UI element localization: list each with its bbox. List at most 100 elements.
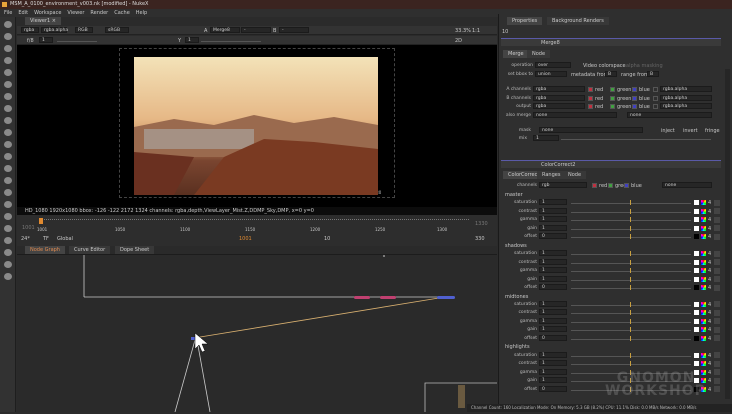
properties-scrollbar[interactable] [725, 69, 730, 399]
display-channel-select[interactable]: RGB [75, 27, 93, 33]
colorspace-select[interactable]: sRGB [105, 27, 129, 33]
curve-icon[interactable] [714, 377, 720, 384]
channel-count[interactable]: 4 [708, 234, 711, 240]
channels-select[interactable]: rgb [539, 182, 587, 188]
alpha-checkbox[interactable] [653, 95, 658, 101]
curve-icon[interactable] [714, 301, 720, 308]
fstop-value[interactable]: f/8 [27, 38, 34, 44]
contrast-slider[interactable] [571, 211, 691, 213]
color-swatch[interactable] [694, 251, 699, 257]
contrast-input[interactable]: 1 [539, 309, 567, 316]
toolbar-node-icon[interactable] [4, 57, 12, 64]
inject-checkbox[interactable]: inject [661, 128, 675, 134]
color-swatch[interactable] [694, 200, 699, 206]
saturation-slider[interactable] [571, 355, 691, 357]
curve-icon[interactable] [714, 386, 720, 393]
channels-select[interactable]: rgba [533, 94, 585, 101]
curve-icon[interactable] [714, 276, 720, 283]
toolbar-node-icon[interactable] [4, 93, 12, 100]
channels-select[interactable]: rgba [533, 103, 585, 109]
bbox-select[interactable]: union [535, 71, 567, 77]
scope-select[interactable]: Global [57, 236, 73, 242]
color-wheel-icon[interactable] [701, 200, 706, 206]
range-select[interactable]: B [647, 71, 659, 77]
curve-icon[interactable] [714, 233, 720, 240]
contrast-slider[interactable] [571, 364, 691, 366]
channels-select[interactable]: rgba [533, 86, 585, 92]
color-wheel-icon[interactable] [701, 217, 706, 223]
toolbar-node-icon[interactable] [4, 177, 12, 184]
layer-select[interactable]: rgba [21, 27, 39, 33]
gain-input[interactable]: 1 [539, 326, 567, 333]
channel-count[interactable]: 4 [708, 200, 711, 206]
metadata-select[interactable]: B [605, 71, 617, 77]
channel-checkbox[interactable] [624, 183, 629, 188]
toolbar-node-icon[interactable] [4, 153, 12, 160]
contrast-input[interactable]: 1 [539, 258, 567, 265]
tab-background-renders[interactable]: Background Renders [547, 17, 609, 25]
tab-viewer1[interactable]: Viewer1 × [25, 17, 61, 25]
channel-checkbox[interactable] [632, 87, 637, 92]
menu-cache[interactable]: Cache [114, 10, 130, 16]
color-wheel-icon[interactable] [701, 310, 706, 316]
channel-checkbox[interactable] [632, 95, 637, 101]
gain-slider[interactable] [571, 228, 691, 230]
channel-checkbox[interactable] [632, 104, 637, 109]
menu-help[interactable]: Help [136, 10, 147, 16]
toolbar-node-icon[interactable] [4, 213, 12, 220]
saturation-input[interactable]: 1 [539, 300, 567, 307]
toolbar-node-icon[interactable] [4, 69, 12, 76]
gamma-slider[interactable] [201, 41, 261, 42]
max-panels-input[interactable]: 10 [502, 29, 508, 35]
zoom-level[interactable]: 33.3% [455, 28, 471, 34]
curve-icon[interactable] [714, 318, 720, 325]
color-swatch[interactable] [694, 208, 699, 214]
color-wheel-icon[interactable] [701, 285, 706, 291]
menu-file[interactable]: File [4, 10, 12, 16]
slider-handle[interactable] [630, 217, 631, 223]
tf-select[interactable]: TF [43, 236, 49, 242]
slider-handle[interactable] [630, 251, 631, 257]
color-wheel-icon[interactable] [701, 208, 706, 214]
saturation-slider[interactable] [571, 304, 691, 306]
toolbar-node-icon[interactable] [4, 21, 12, 28]
color-swatch[interactable] [694, 268, 699, 274]
gain-input[interactable]: 1 [39, 37, 53, 43]
toolbar-node-icon[interactable] [4, 273, 12, 280]
color-wheel-icon[interactable] [701, 318, 706, 324]
input-b-select[interactable]: - [279, 27, 309, 33]
tab-merge[interactable]: Merge [503, 50, 529, 58]
tab-properties[interactable]: Properties [507, 17, 543, 25]
channel-count[interactable]: 4 [708, 260, 711, 266]
alpha-checkbox[interactable] [653, 87, 658, 92]
curve-icon[interactable] [714, 216, 720, 223]
slider-handle[interactable] [630, 276, 631, 282]
mask-select[interactable]: none [539, 127, 643, 133]
gain-slider[interactable] [57, 41, 97, 42]
channel-count[interactable]: 4 [708, 285, 711, 291]
channel-count[interactable]: 4 [708, 226, 711, 232]
channel-checkbox[interactable] [610, 95, 615, 101]
invert-checkbox[interactable]: invert [683, 128, 698, 134]
gamma-input[interactable]: 1 [539, 368, 567, 375]
gamma-slider[interactable] [571, 271, 691, 273]
group-header-master[interactable]: master [505, 192, 523, 198]
slider-handle[interactable] [630, 234, 631, 240]
offset-input[interactable]: 0 [539, 284, 567, 291]
curve-icon[interactable] [714, 208, 720, 215]
slider-handle[interactable] [630, 318, 631, 324]
gain-input[interactable]: 1 [539, 275, 567, 282]
channel-count[interactable]: 4 [708, 387, 711, 393]
slider-handle[interactable] [630, 259, 631, 265]
group-header-midtones[interactable]: midtones [505, 294, 528, 300]
slider-handle[interactable] [630, 327, 631, 333]
tab-node[interactable]: Node [527, 50, 551, 58]
channel-count[interactable]: 4 [708, 319, 711, 325]
saturation-input[interactable]: 1 [539, 250, 567, 257]
color-swatch[interactable] [694, 285, 699, 291]
curve-icon[interactable] [714, 335, 720, 342]
channel-checkbox[interactable] [588, 87, 593, 92]
color-swatch[interactable] [694, 276, 699, 282]
color-wheel-icon[interactable] [701, 352, 706, 358]
offset-slider[interactable] [571, 338, 691, 340]
